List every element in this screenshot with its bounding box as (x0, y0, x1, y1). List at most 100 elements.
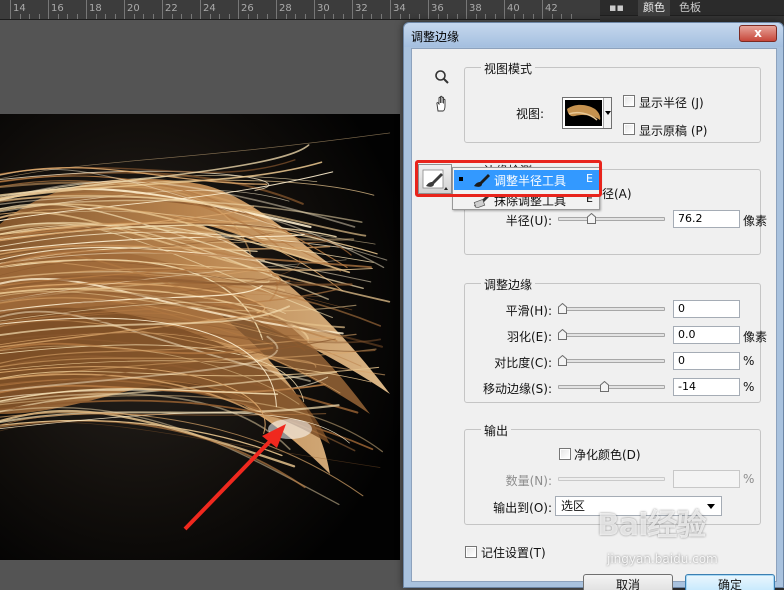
ruler-minor-tick (570, 14, 572, 19)
ruler-minor-tick (447, 14, 448, 19)
adjust-edge-legend: 调整边缘 (481, 276, 536, 293)
ruler-major-tick (390, 0, 391, 19)
ruler-major-tick (10, 0, 11, 19)
ruler-minor-tick (133, 14, 135, 19)
refine-edge-dialog: 调整边缘 x 视图模式 视图: 显示半径 (J) 显示原稿 (P) 边缘检测 径 (403, 22, 784, 590)
ruler-minor-tick (418, 14, 420, 19)
feather-input[interactable]: 0.0 (673, 326, 740, 344)
ruler-minor-tick (228, 14, 230, 19)
ruler-minor-tick (380, 14, 382, 19)
view-label: 视图: (516, 107, 545, 121)
ruler-minor-tick (371, 14, 372, 19)
feather-label: 羽化(E): (507, 330, 552, 344)
ruler-label: 36 (431, 3, 444, 14)
ruler-major-tick (504, 0, 505, 19)
ruler-label: 42 (545, 3, 558, 14)
ruler-minor-tick (19, 14, 21, 19)
ruler-label: 40 (507, 3, 520, 14)
panel-tabs: ▪▪ 颜色 色板 (600, 0, 784, 16)
remember-settings-label: 记住设置(T) (481, 546, 546, 560)
contrast-slider-thumb[interactable] (558, 355, 567, 366)
radius-unit: 像素 (743, 214, 768, 228)
ruler-minor-tick (171, 14, 173, 19)
ruler-minor-tick (361, 14, 363, 19)
ruler-major-tick (314, 0, 315, 19)
amount-input (673, 470, 740, 488)
radius-slider-thumb[interactable] (587, 213, 597, 224)
ruler-label: 32 (355, 3, 368, 14)
red-highlight-box (415, 160, 602, 197)
ruler-minor-tick (342, 14, 344, 19)
tab-color[interactable]: 颜色 (638, 0, 670, 16)
image-canvas[interactable] (0, 114, 400, 560)
close-button[interactable]: x (739, 25, 777, 42)
ruler-minor-tick (551, 14, 553, 19)
zoom-tool-icon[interactable] (430, 69, 454, 91)
ruler-minor-tick (247, 14, 249, 19)
ruler-minor-tick (561, 14, 562, 19)
output-to-select[interactable]: 选区 (555, 496, 722, 516)
ruler-minor-tick (494, 14, 496, 19)
dialog-body: 视图模式 视图: 显示半径 (J) 显示原稿 (P) 边缘检测 径(A) 半径(… (411, 48, 777, 590)
ruler-minor-tick (475, 14, 477, 19)
ruler-minor-tick (209, 14, 211, 19)
ruler-minor-tick (114, 14, 116, 19)
ruler-major-tick (124, 0, 125, 19)
shift-edge-unit: % (743, 380, 755, 394)
smooth-slider-thumb[interactable] (558, 303, 567, 314)
feather-slider[interactable] (558, 329, 665, 340)
ruler-label: 30 (317, 3, 330, 14)
shift-edge-input[interactable]: -14 (673, 378, 740, 396)
show-original-checkbox[interactable] (623, 123, 635, 135)
contrast-label: 对比度(C): (494, 356, 552, 370)
ruler-minor-tick (523, 14, 524, 19)
smooth-input[interactable]: 0 (673, 300, 740, 318)
ruler-major-tick (238, 0, 239, 19)
ruler-minor-tick (399, 14, 401, 19)
ruler-minor-tick (437, 14, 439, 19)
tab-swatches[interactable]: 色板 (674, 0, 706, 16)
ruler-minor-tick (257, 14, 258, 19)
output-to-value: 选区 (561, 499, 586, 513)
dialog-titlebar[interactable]: 调整边缘 x (404, 23, 783, 47)
contrast-slider[interactable] (558, 355, 665, 366)
ruler-label: 20 (127, 3, 140, 14)
output-to-label: 输出到(O): (493, 501, 552, 515)
feather-unit: 像素 (743, 330, 768, 344)
ruler-label: 22 (165, 3, 178, 14)
ruler-minor-tick (266, 14, 268, 19)
radius-slider[interactable] (558, 213, 665, 224)
view-mode-picker[interactable] (562, 97, 612, 129)
ruler-label: 38 (469, 3, 482, 14)
hand-tool-icon[interactable] (430, 95, 454, 117)
contrast-input[interactable]: 0 (673, 352, 740, 370)
remember-settings-checkbox[interactable] (465, 546, 477, 558)
ruler-major-tick (86, 0, 87, 19)
panel-menu-icon[interactable]: ▪▪ (604, 0, 629, 16)
ruler-minor-tick (181, 14, 182, 19)
ruler-minor-tick (513, 14, 515, 19)
ruler-major-tick (200, 0, 201, 19)
ruler-minor-tick (152, 14, 154, 19)
smooth-label: 平滑(H): (505, 304, 552, 318)
cancel-button[interactable]: 取消 (583, 574, 673, 590)
shift-edge-slider-thumb[interactable] (600, 381, 610, 392)
ruler-minor-tick (323, 14, 325, 19)
feather-slider-thumb[interactable] (558, 329, 567, 340)
ruler-label: 28 (279, 3, 292, 14)
radius-input[interactable]: 76.2 (673, 210, 740, 228)
shift-edge-label: 移动边缘(S): (482, 382, 552, 396)
ruler-minor-tick (304, 14, 306, 19)
shift-edge-slider[interactable] (558, 381, 665, 392)
red-arrow (183, 424, 286, 531)
ruler-label: 34 (393, 3, 406, 14)
ok-button[interactable]: 确定 (685, 574, 775, 590)
smooth-slider[interactable] (558, 303, 665, 314)
amount-label: 数量(N): (505, 474, 552, 488)
view-dropdown-arrow[interactable] (603, 98, 611, 128)
show-radius-checkbox[interactable] (623, 95, 635, 107)
ruler-minor-tick (190, 14, 192, 19)
ruler-major-tick (162, 0, 163, 19)
decontaminate-checkbox[interactable] (559, 448, 571, 460)
view-thumbnail (565, 100, 602, 126)
